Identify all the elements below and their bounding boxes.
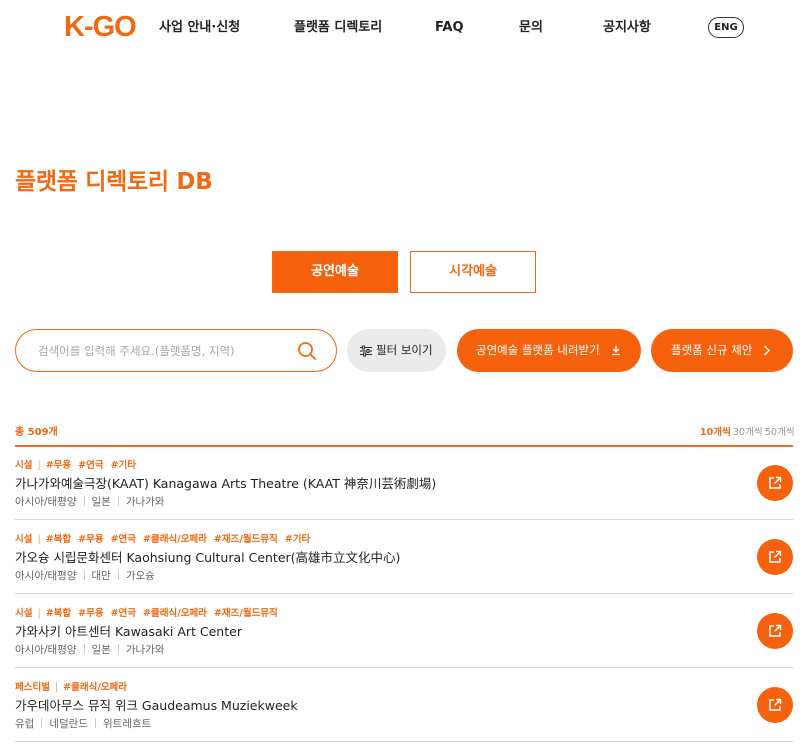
tag[interactable]: #복합 bbox=[46, 534, 71, 545]
external-link-button[interactable] bbox=[757, 613, 793, 649]
show-filter-button[interactable]: 필터 보이기 bbox=[347, 329, 446, 372]
list-item[interactable]: 시설 | #복합 #무용 #연극 #클래식/오페라 #재즈/월드뮤직 #기타 가오슝 시립문화… bbox=[15, 520, 793, 594]
tag-list: 시설 | #복합 #무용 #연극 #클래식/오페라 #재즈/월드뮤직 #기타 bbox=[15, 533, 317, 547]
meta-divider bbox=[83, 570, 85, 580]
country: 대만 bbox=[91, 570, 111, 582]
category-label: 시설 bbox=[15, 534, 33, 545]
download-platforms-label: 공연예술 플랫폼 내려받기 bbox=[476, 343, 600, 357]
nav-notice[interactable]: 공지사항 bbox=[603, 19, 651, 37]
download-platforms-button[interactable]: 공연예술 플랫폼 내려받기 bbox=[457, 329, 641, 372]
page-size-50[interactable]: 50개씩 bbox=[765, 426, 795, 440]
tag[interactable]: #무용 bbox=[78, 534, 103, 545]
site-header: K-GO 사업 안내·신청 플랫폼 디렉토리 FAQ 문의 공지사항 ENG bbox=[0, 0, 800, 56]
city: 가나가와 bbox=[125, 496, 165, 508]
nav-business-info[interactable]: 사업 안내·신청 bbox=[159, 19, 240, 37]
tag-list: 시설 | #복합 #무용 #연극 #클래식/오페라 #재즈/월드뮤직 bbox=[15, 607, 285, 621]
external-link-icon bbox=[769, 698, 782, 711]
region: 아시아/태평양 bbox=[15, 496, 77, 508]
tag[interactable]: #복합 bbox=[46, 608, 71, 619]
k-go-logo[interactable]: K-GO bbox=[64, 11, 137, 43]
tag[interactable]: #재즈/월드뮤직 bbox=[214, 534, 278, 545]
city: 가오슝 bbox=[125, 570, 155, 582]
city: 위트레흐트 bbox=[102, 718, 152, 730]
external-link-button[interactable] bbox=[757, 539, 793, 575]
page-title: 플랫폼 디렉토리 DB bbox=[15, 169, 213, 195]
city: 가나가와 bbox=[125, 644, 165, 656]
meta-divider bbox=[41, 718, 43, 728]
external-link-icon bbox=[769, 624, 782, 637]
tag[interactable]: #클래식/오페라 bbox=[63, 682, 127, 693]
meta-divider bbox=[83, 496, 85, 506]
tag-list: 페스티벌 | #클래식/오페라 bbox=[15, 681, 134, 695]
tag-divider: | bbox=[37, 534, 41, 545]
list-item[interactable]: 시설 | #복합 #무용 #연극 #클래식/오페라 #재즈/월드뮤직 가와사키 아트센터 K… bbox=[15, 594, 793, 668]
category-label: 시설 bbox=[15, 608, 33, 619]
list-item[interactable]: 페스티벌 | #클래식/오페라 가우데아무스 뮤직 위크 Gaudeamus Muz… bbox=[15, 668, 793, 742]
meta-divider bbox=[117, 644, 119, 654]
meta-divider bbox=[117, 570, 119, 580]
language-toggle-button[interactable]: ENG bbox=[708, 17, 744, 38]
tag[interactable]: #재즈/월드뮤직 bbox=[214, 608, 278, 619]
search-icon[interactable] bbox=[297, 341, 317, 361]
nav-faq[interactable]: FAQ bbox=[435, 19, 464, 37]
download-icon bbox=[612, 345, 620, 356]
tag[interactable]: #클래식/오페라 bbox=[143, 608, 207, 619]
platform-title[interactable]: 가우데아무스 뮤직 위크 Gaudeamus Muziekweek bbox=[15, 697, 298, 714]
show-filter-label: 필터 보이기 bbox=[376, 343, 433, 357]
platform-title[interactable]: 가오슝 시립문화센터 Kaohsiung Cultural Center(高雄市… bbox=[15, 549, 400, 566]
tag-divider: | bbox=[37, 608, 41, 619]
page-size-10[interactable]: 10개씩 bbox=[700, 426, 731, 440]
external-link-icon bbox=[769, 550, 782, 563]
nav-inquiry[interactable]: 문의 bbox=[519, 19, 543, 37]
category-label: 페스티벌 bbox=[15, 682, 50, 693]
tag[interactable]: #연극 bbox=[111, 608, 136, 619]
country: 네덜란드 bbox=[49, 718, 88, 730]
chevron-right-icon bbox=[764, 345, 770, 356]
country: 일본 bbox=[91, 496, 111, 508]
tag-divider: | bbox=[37, 460, 41, 471]
tag[interactable]: #클래식/오페라 bbox=[143, 534, 207, 545]
location-meta: 아시아/태평양 일본 가나가와 bbox=[15, 643, 164, 658]
region: 아시아/태평양 bbox=[15, 644, 77, 656]
list-item[interactable]: 시설 | #무용 #연극 #기타 가나가와예술극장(KAAT) Kanagawa Art… bbox=[15, 446, 793, 520]
region: 아시아/태평양 bbox=[15, 570, 77, 582]
tag[interactable]: #기타 bbox=[111, 460, 136, 471]
propose-platform-label: 플랫폼 신규 제안 bbox=[671, 343, 753, 357]
external-link-button[interactable] bbox=[757, 687, 793, 723]
platform-title[interactable]: 가와사키 아트센터 Kawasaki Art Center bbox=[15, 623, 242, 640]
external-link-button[interactable] bbox=[757, 465, 793, 501]
region: 유럽 bbox=[15, 718, 35, 730]
country: 일본 bbox=[91, 644, 111, 656]
tag[interactable]: #기타 bbox=[285, 534, 310, 545]
sliders-icon bbox=[360, 345, 372, 357]
page-size-30[interactable]: 30개씩 bbox=[733, 426, 763, 440]
tab-visual-arts[interactable]: 시각예술 bbox=[410, 251, 536, 293]
platform-title[interactable]: 가나가와예술극장(KAAT) Kanagawa Arts Theatre (KA… bbox=[15, 475, 436, 492]
location-meta: 아시아/태평양 일본 가나가와 bbox=[15, 495, 164, 510]
tag-divider: | bbox=[54, 682, 59, 693]
propose-platform-button[interactable]: 플랫폼 신규 제안 bbox=[651, 329, 793, 372]
tag[interactable]: #연극 bbox=[78, 460, 103, 471]
search-box bbox=[15, 329, 337, 372]
category-label: 시설 bbox=[15, 460, 33, 471]
location-meta: 유럽 네덜란드 위트레흐트 bbox=[15, 717, 151, 732]
total-count: 총 509개 bbox=[15, 427, 58, 438]
search-input[interactable] bbox=[38, 341, 288, 361]
tag[interactable]: #무용 bbox=[78, 608, 103, 619]
nav-platform-directory[interactable]: 플랫폼 디렉토리 bbox=[294, 19, 382, 37]
tag[interactable]: #연극 bbox=[111, 534, 136, 545]
meta-divider bbox=[94, 718, 96, 728]
meta-divider bbox=[117, 496, 119, 506]
tab-performing-arts[interactable]: 공연예술 bbox=[272, 251, 398, 293]
meta-divider bbox=[83, 644, 85, 654]
location-meta: 아시아/태평양 대만 가오슝 bbox=[15, 569, 155, 584]
tag[interactable]: #무용 bbox=[46, 460, 71, 471]
external-link-icon bbox=[769, 476, 782, 489]
tag-list: 시설 | #무용 #연극 #기타 bbox=[15, 459, 143, 473]
